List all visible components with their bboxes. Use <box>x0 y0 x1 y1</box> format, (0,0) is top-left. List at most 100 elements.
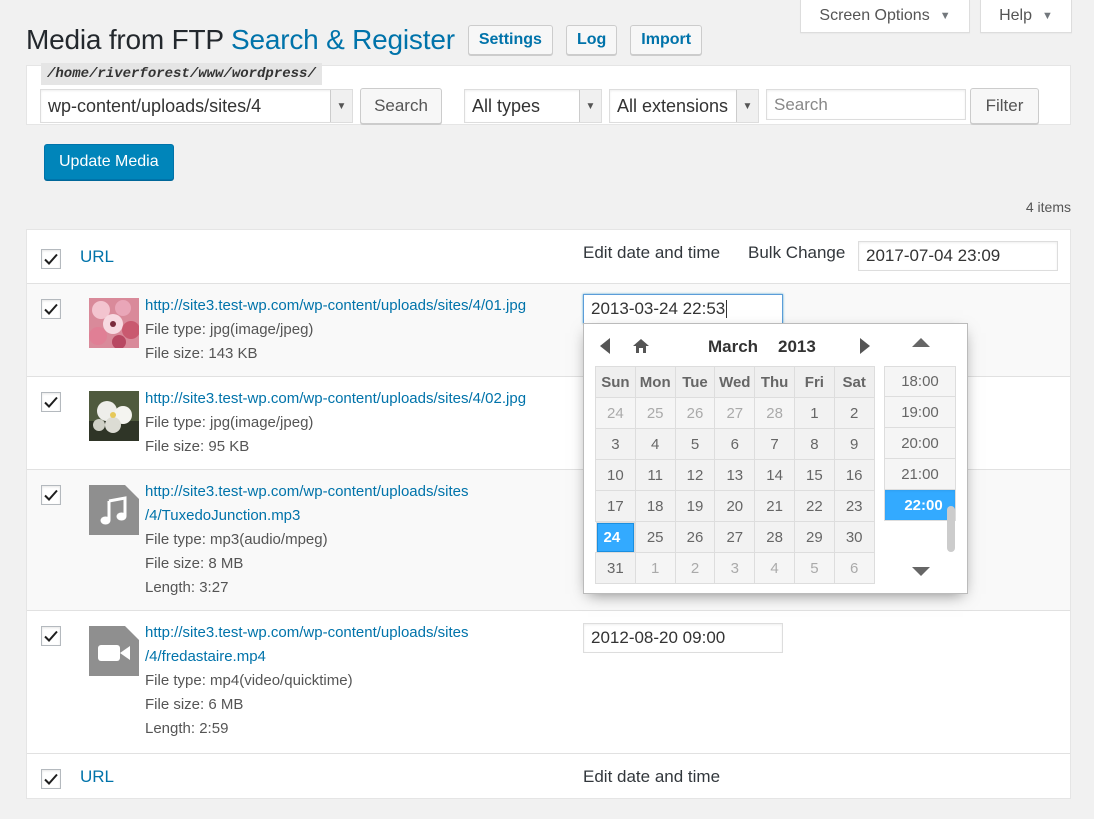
calendar-day[interactable]: 8 <box>793 428 835 460</box>
log-button[interactable]: Log <box>565 25 618 55</box>
calendar-day[interactable]: 16 <box>833 459 875 491</box>
calendar-day[interactable]: 6 <box>714 428 756 460</box>
file-url-link[interactable]: http://site3.test-wp.com/wp-content/uplo… <box>145 621 469 645</box>
calendar-day[interactable]: 30 <box>833 521 875 553</box>
calendar-day[interactable]: 21 <box>754 490 795 522</box>
calendar-day[interactable]: 11 <box>634 459 676 491</box>
item-count: 4 items <box>1025 199 1071 215</box>
filter-button[interactable]: Filter <box>970 88 1039 124</box>
calendar-day[interactable]: 25 <box>634 521 676 553</box>
calendar-day[interactable]: 29 <box>793 521 835 553</box>
settings-button[interactable]: Settings <box>467 25 553 55</box>
calendar-day[interactable]: 27 <box>714 397 756 429</box>
calendar-day[interactable]: 4 <box>754 552 795 584</box>
page-header: Media from FTP Search & Register Setting… <box>26 24 703 56</box>
calendar-day[interactable]: 13 <box>714 459 756 491</box>
select-all-checkbox[interactable] <box>41 249 61 269</box>
directory-select[interactable]: wp-content/uploads/sites/4 ▼ <box>40 89 353 123</box>
time-option[interactable]: 19:00 <box>884 397 956 428</box>
calendar-day[interactable]: 23 <box>833 490 875 522</box>
file-size: File size: 6 MB <box>145 696 244 713</box>
picker-year[interactable]: 2013 <box>778 337 816 357</box>
prev-month-icon[interactable] <box>600 338 610 354</box>
type-select[interactable]: All types ▼ <box>464 89 602 123</box>
datetime-input[interactable]: 2012-08-20 09:00 <box>583 623 783 653</box>
calendar-day[interactable]: 24 <box>595 397 636 429</box>
time-scroll-down-icon[interactable] <box>912 567 930 576</box>
row-checkbox[interactable] <box>41 392 61 412</box>
calendar-day[interactable]: 5 <box>674 428 716 460</box>
file-url-link[interactable]: http://site3.test-wp.com/wp-content/uplo… <box>145 294 526 318</box>
time-option[interactable]: 20:00 <box>884 428 956 459</box>
url-column-header[interactable]: URL <box>80 247 114 267</box>
time-option[interactable]: 22:00 <box>884 490 956 521</box>
time-option[interactable]: 18:00 <box>884 366 956 397</box>
calendar-day[interactable]: 6 <box>833 552 875 584</box>
file-type: File type: mp4(video/quicktime) <box>145 672 353 689</box>
bulk-change-datetime-input[interactable]: 2017-07-04 23:09 <box>858 241 1058 271</box>
row-checkbox[interactable] <box>41 626 61 646</box>
time-list-scrollbar[interactable] <box>947 506 955 552</box>
extension-select[interactable]: All extensions ▼ <box>609 89 759 123</box>
audio-file-icon <box>89 485 139 535</box>
calendar-day[interactable]: 24 <box>595 522 636 553</box>
calendar-day[interactable]: 2 <box>674 552 716 584</box>
file-url-link[interactable]: http://site3.test-wp.com/wp-content/uplo… <box>145 387 526 411</box>
calendar-day[interactable]: 1 <box>793 397 835 429</box>
bulk-change-label: Bulk Change <box>748 243 846 262</box>
screen-meta-links: Screen Options ▼ Help ▼ <box>800 0 1072 33</box>
file-url-link-continued[interactable]: /4/TuxedoJunction.mp3 <box>145 504 469 528</box>
calendar-day[interactable]: 3 <box>595 428 636 460</box>
calendar-day[interactable]: 12 <box>674 459 716 491</box>
select-all-checkbox-footer[interactable] <box>41 769 61 789</box>
datetime-input[interactable]: 2013-03-24 22:53 <box>583 294 783 324</box>
picker-month[interactable]: March <box>708 337 758 357</box>
file-url-link-continued[interactable]: /4/fredastaire.mp4 <box>145 645 469 669</box>
calendar-day[interactable]: 7 <box>754 428 795 460</box>
calendar-day[interactable]: 26 <box>674 521 716 553</box>
calendar-day[interactable]: 28 <box>754 397 795 429</box>
table-footer-row: URL Edit date and time <box>27 754 1070 799</box>
update-media-button[interactable]: Update Media <box>44 144 174 180</box>
calendar-day[interactable]: 28 <box>754 521 795 553</box>
weekday-header: Wed <box>714 366 756 398</box>
time-option[interactable]: 21:00 <box>884 459 956 490</box>
file-size: File size: 8 MB <box>145 555 244 572</box>
next-month-icon[interactable] <box>860 338 870 354</box>
import-button[interactable]: Import <box>630 25 703 55</box>
calendar-day[interactable]: 2 <box>833 397 875 429</box>
calendar-day[interactable]: 3 <box>714 552 756 584</box>
url-column-footer[interactable]: URL <box>80 767 114 787</box>
calendar-day[interactable]: 4 <box>634 428 676 460</box>
calendar-day[interactable]: 31 <box>595 552 636 584</box>
calendar-day[interactable]: 1 <box>634 552 676 584</box>
calendar-day[interactable]: 20 <box>714 490 756 522</box>
calendar-day[interactable]: 9 <box>833 428 875 460</box>
file-url-link[interactable]: http://site3.test-wp.com/wp-content/uplo… <box>145 480 469 504</box>
edit-date-column-header: Edit date and time <box>583 243 721 262</box>
image-thumbnail <box>89 391 139 441</box>
calendar-day[interactable]: 15 <box>793 459 835 491</box>
datetime-value: 2012-08-20 09:00 <box>591 628 726 647</box>
calendar-day[interactable]: 17 <box>595 490 636 522</box>
calendar-day[interactable]: 26 <box>674 397 716 429</box>
calendar-day[interactable]: 27 <box>714 521 756 553</box>
calendar-day[interactable]: 19 <box>674 490 716 522</box>
file-length: Length: 3:27 <box>145 579 229 596</box>
row-checkbox[interactable] <box>41 485 61 505</box>
home-icon[interactable] <box>632 338 650 354</box>
calendar-day[interactable]: 10 <box>595 459 636 491</box>
weekday-header: Thu <box>754 366 795 398</box>
calendar-day[interactable]: 14 <box>754 459 795 491</box>
screen-options-button[interactable]: Screen Options ▼ <box>800 0 970 33</box>
calendar-day[interactable]: 18 <box>634 490 676 522</box>
search-register-link[interactable]: Search & Register <box>231 24 455 55</box>
calendar-day[interactable]: 25 <box>634 397 676 429</box>
search-input[interactable]: Search <box>766 89 966 120</box>
time-scroll-up-icon[interactable] <box>912 338 930 347</box>
row-checkbox[interactable] <box>41 299 61 319</box>
calendar-day[interactable]: 22 <box>793 490 835 522</box>
search-button[interactable]: Search <box>360 88 442 124</box>
calendar-day[interactable]: 5 <box>793 552 835 584</box>
help-button[interactable]: Help ▼ <box>980 0 1072 33</box>
